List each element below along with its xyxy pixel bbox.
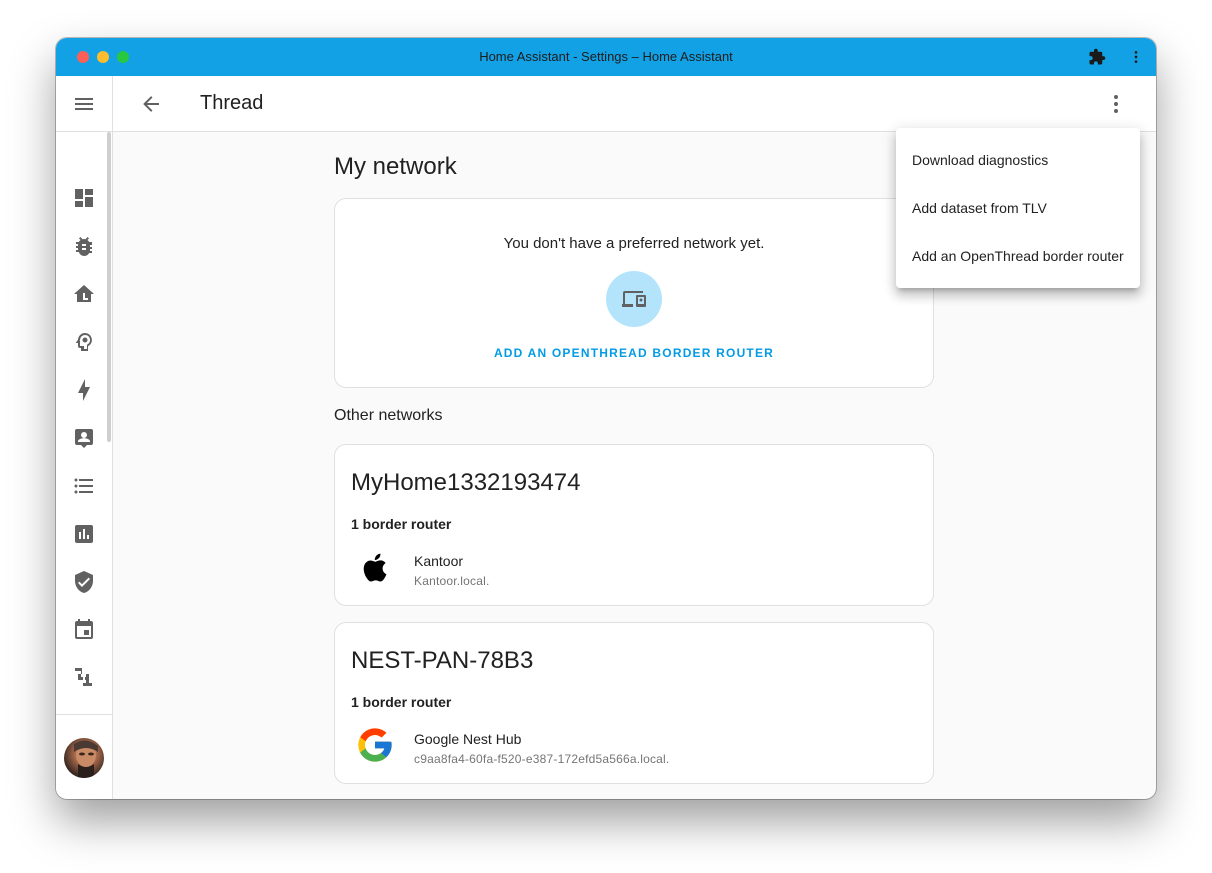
hammer-icon[interactable] — [72, 666, 96, 690]
page-title: Thread — [200, 92, 264, 114]
app-toolbar: Thread — [113, 76, 1156, 132]
menu-item-add-border-router[interactable]: Add an OpenThread border router — [896, 232, 1140, 280]
sidebar-scrollbar[interactable] — [107, 132, 111, 442]
window-title: Home Assistant - Settings – Home Assista… — [479, 49, 733, 64]
dots-vertical-icon[interactable] — [1104, 92, 1128, 116]
browser-more-icon[interactable] — [1128, 48, 1144, 66]
border-router-host: Kantoor.local. — [414, 574, 490, 588]
menu-item-download-diagnostics[interactable]: Download diagnostics — [896, 136, 1140, 184]
sidebar-divider — [56, 714, 112, 715]
calendar-icon[interactable] — [72, 618, 96, 642]
account-box-icon[interactable] — [72, 426, 96, 450]
app-window: Home Assistant - Settings – Home Assista… — [56, 38, 1156, 799]
menu-item-add-dataset-tlv[interactable]: Add dataset from TLV — [896, 184, 1140, 232]
arrow-left-icon[interactable] — [139, 92, 163, 116]
border-router-count: 1 border router — [351, 694, 452, 710]
format-list-bulleted-icon[interactable] — [72, 474, 96, 498]
google-logo-icon — [358, 728, 392, 762]
lightning-bolt-icon[interactable] — [72, 378, 96, 402]
network-card: NEST-PAN-78B3 1 border router Google Nes… — [334, 622, 934, 784]
network-card: MyHome1332193474 1 border router Kantoor… — [334, 444, 934, 606]
apple-logo-icon — [363, 553, 387, 582]
sidebar-divider — [56, 131, 112, 132]
menu-icon[interactable] — [72, 92, 96, 116]
overflow-menu: Download diagnostics Add dataset from TL… — [896, 128, 1140, 288]
titlebar: Home Assistant - Settings – Home Assista… — [56, 38, 1156, 76]
network-name: MyHome1332193474 — [351, 469, 581, 496]
my-network-card: You don't have a preferred network yet. … — [334, 198, 934, 388]
sidebar — [56, 76, 113, 799]
avatar-photo — [74, 740, 98, 778]
avatar[interactable] — [64, 738, 104, 778]
border-router-name: Google Nest Hub — [414, 731, 522, 747]
head-cog-icon[interactable] — [72, 330, 96, 354]
border-router-host: c9aa8fa4-60fa-f520-e387-172efd5a566a.loc… — [414, 752, 670, 766]
puzzle-icon[interactable] — [1088, 48, 1106, 66]
router-icon-circle — [606, 271, 662, 327]
view-dashboard-icon[interactable] — [72, 186, 96, 210]
border-router-count: 1 border router — [351, 516, 452, 532]
my-network-heading: My network — [334, 153, 457, 180]
border-router-name: Kantoor — [414, 553, 464, 569]
other-networks-heading: Other networks — [334, 407, 443, 424]
chart-box-icon[interactable] — [72, 522, 96, 546]
home-floor-icon[interactable] — [72, 282, 96, 306]
add-border-router-button[interactable]: ADD AN OPENTHREAD BORDER ROUTER — [335, 346, 933, 360]
no-preferred-network-text: You don't have a preferred network yet. — [503, 235, 765, 252]
network-name: NEST-PAN-78B3 — [351, 647, 534, 674]
shield-check-icon[interactable] — [72, 570, 96, 594]
devices-icon — [622, 291, 646, 307]
bug-icon[interactable] — [72, 234, 96, 258]
